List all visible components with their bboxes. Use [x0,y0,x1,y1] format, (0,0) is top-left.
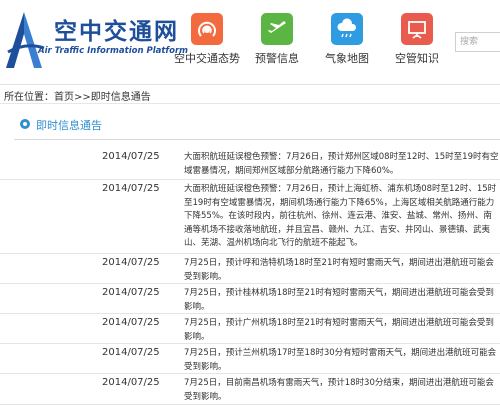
notice-date: 2014/07/25 [102,183,160,194]
breadcrumb: 所在位置：首页>>即时信息通告 [4,92,151,103]
notice-date: 2014/07/25 [102,377,160,388]
notice-text[interactable]: 大面积航班延误橙色预警：7月26日，预计郑州区域08时至12时、15时至19时有… [184,151,500,178]
nav-item-warning-info[interactable]: 预警信息 [244,0,310,84]
list-item[interactable]: 2014/07/25 7月25日，预计兰州机场17时至18时30分有短时雷雨天气… [0,344,500,374]
notice-text[interactable]: 7月25日，预计呼和浩特机场18时至21时有短时雷雨天气，期间进出港航班可能会受… [184,257,500,284]
notice-text[interactable]: 7月25日，预计桂林机场18时至21时有短时雷雨天气，期间进出港航班可能会受到影… [184,287,500,314]
nav-label: 空中交通态势 [174,52,240,65]
search-input[interactable]: 搜索 [455,32,500,52]
notice-date: 2014/07/25 [102,347,160,358]
site-name: 空中交通网 [54,19,179,45]
list-item[interactable]: 2014/07/25 7月25日，预计桂林机场18时至21时有短时雷雨天气，期间… [0,284,500,314]
notice-text[interactable]: 7月25日，目前南昌机场有雷雨天气，预计18时30分结束，期间进出港航班可能会受… [184,377,500,404]
notice-text[interactable]: 大面积航班延误橙色预警：7月26日，预计上海虹桥、浦东机场08时至12时、15时… [184,183,500,251]
nav-label: 气象地图 [325,52,369,65]
header-divider [0,84,500,85]
cloud-rain-icon [331,13,363,45]
nav-item-traffic-status[interactable]: 空中交通态势 [174,0,240,84]
logo-mark-icon [6,12,45,68]
site-header: 空中交通网 Air Traffic Information Platform 空… [0,0,500,84]
radio-signal-icon [191,13,223,45]
nav-label: 预警信息 [255,52,299,65]
notice-text[interactable]: 7月25日，预计兰州机场17时至18时30分有短时雷雨天气，期间进出港航班可能会… [184,347,500,374]
notice-date: 2014/07/25 [102,317,160,328]
site-name-en: Air Traffic Information Platform [38,46,188,56]
list-item[interactable]: 2014/07/25 大面积航班延误橙色预警：7月26日，预计郑州区域08时至1… [0,148,500,180]
section-divider [14,139,500,140]
bullet-icon [20,119,30,129]
nav-item-atc-knowledge[interactable]: 空管知识 [384,0,450,84]
notice-text[interactable]: 7月25日，预计广州机场18时至21时有短时雷雨天气，期间进出港航班可能会受到影… [184,317,500,344]
presentation-icon [401,13,433,45]
nav-label: 空管知识 [395,52,439,65]
site-logo[interactable]: 空中交通网 Air Traffic Information Platform [2,8,188,72]
notice-date: 2014/07/25 [102,257,160,268]
notice-date: 2014/07/25 [102,151,160,162]
nav-item-weather-map[interactable]: 气象地图 [314,0,380,84]
list-item[interactable]: 2014/07/25 7月25日，目前南昌机场有雷雨天气，预计18时30分结束，… [0,374,500,405]
breadcrumb-divider [0,103,500,104]
list-item[interactable]: 2014/07/25 7月25日，预计呼和浩特机场18时至21时有短时雷雨天气，… [0,254,500,284]
notice-date: 2014/07/25 [102,287,160,298]
section-title: 即时信息通告 [36,119,102,132]
list-item[interactable]: 2014/07/25 7月25日，预计广州机场18时至21时有短时雷雨天气，期间… [0,314,500,344]
list-item[interactable]: 2014/07/25 大面积航班延误橙色预警：7月26日，预计上海虹桥、浦东机场… [0,180,500,254]
plane-icon [261,13,293,45]
